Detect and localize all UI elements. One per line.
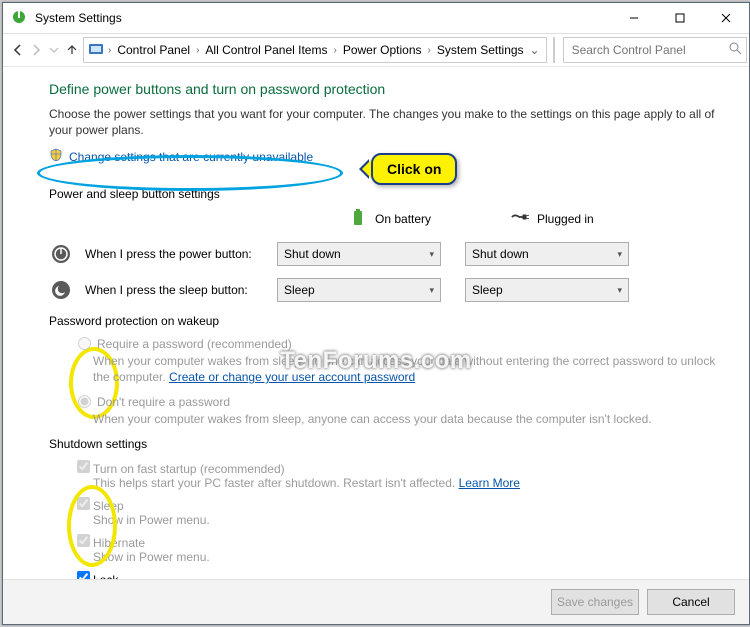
- column-headers: On battery Plugged in: [349, 207, 721, 230]
- titlebar: System Settings: [3, 3, 749, 34]
- nav-recent-button[interactable]: [47, 39, 61, 61]
- search-icon: [729, 42, 742, 58]
- sleep-icon: [49, 280, 73, 300]
- learn-more-link[interactable]: Learn More: [459, 476, 520, 490]
- lock-checkbox[interactable]: [77, 571, 90, 579]
- sleep-button-battery-select[interactable]: Sleep▾: [277, 278, 441, 302]
- breadcrumb-item[interactable]: All Control Panel Items: [201, 41, 331, 59]
- address-bar[interactable]: › Control Panel› All Control Panel Items…: [83, 37, 547, 63]
- minimize-button[interactable]: [611, 3, 657, 33]
- nav-back-button[interactable]: [11, 39, 25, 61]
- maximize-button[interactable]: [657, 3, 703, 33]
- power-button-row: When I press the power button: Shut down…: [49, 242, 721, 266]
- sleep-checkbox[interactable]: [77, 497, 90, 510]
- cancel-button[interactable]: Cancel: [647, 589, 735, 615]
- power-button-plugged-select[interactable]: Shut down▾: [465, 242, 629, 266]
- option-lock: Lock Show in account picture menu.: [73, 568, 721, 579]
- control-panel-icon: [88, 41, 104, 60]
- app-icon: [11, 9, 27, 28]
- option-sleep: Sleep Show in Power menu.: [73, 494, 721, 527]
- breadcrumb-item[interactable]: Control Panel: [113, 41, 194, 59]
- power-icon: [49, 244, 73, 264]
- hibernate-checkbox[interactable]: [77, 534, 90, 547]
- sleep-button-plugged-select[interactable]: Sleep▾: [465, 278, 629, 302]
- battery-icon: [349, 207, 367, 230]
- sleep-button-row: When I press the sleep button: Sleep▾ Sl…: [49, 278, 721, 302]
- search-input[interactable]: [570, 42, 729, 58]
- shield-icon: [49, 148, 63, 165]
- window-title: System Settings: [35, 11, 122, 25]
- power-button-battery-select[interactable]: Shut down▾: [277, 242, 441, 266]
- option-dont-require-password: Don't require a password When your compu…: [73, 392, 721, 427]
- nav-forward-button[interactable]: [29, 39, 43, 61]
- section-heading-shutdown: Shutdown settings: [49, 437, 721, 451]
- change-unavailable-settings-link[interactable]: Change settings that are currently unava…: [49, 148, 313, 165]
- search-box[interactable]: [563, 37, 747, 63]
- section-heading-power-sleep: Power and sleep button settings: [49, 187, 721, 201]
- option-hibernate: Hibernate Show in Power menu.: [73, 531, 721, 564]
- annotation-callout: Click on: [371, 153, 457, 185]
- page-heading: Define power buttons and turn on passwor…: [49, 81, 721, 97]
- breadcrumb-item[interactable]: Power Options: [339, 41, 426, 59]
- section-heading-password: Password protection on wakeup: [49, 314, 721, 328]
- fast-startup-checkbox[interactable]: [77, 460, 90, 473]
- refresh-button[interactable]: [553, 37, 555, 63]
- require-password-radio[interactable]: [78, 337, 91, 350]
- navbar: › Control Panel› All Control Panel Items…: [3, 34, 749, 67]
- address-history-dropdown[interactable]: ⌄: [528, 43, 542, 57]
- breadcrumb-item[interactable]: System Settings: [433, 41, 528, 59]
- settings-window: System Settings › Control Panel› All Con…: [2, 2, 750, 625]
- option-fast-startup: Turn on fast startup (recommended) This …: [73, 457, 721, 490]
- footer-bar: Save changes Cancel: [3, 579, 749, 624]
- option-require-password: Require a password (recommended) When yo…: [73, 334, 721, 385]
- nav-up-button[interactable]: [65, 39, 79, 61]
- plug-icon: [511, 207, 529, 230]
- page-subtext: Choose the power settings that you want …: [49, 107, 721, 138]
- dont-require-password-radio[interactable]: [78, 395, 91, 408]
- create-change-password-link[interactable]: Create or change your user account passw…: [169, 370, 415, 384]
- close-button[interactable]: [703, 3, 749, 33]
- content-area: Define power buttons and turn on passwor…: [3, 67, 749, 579]
- save-changes-button[interactable]: Save changes: [551, 589, 639, 615]
